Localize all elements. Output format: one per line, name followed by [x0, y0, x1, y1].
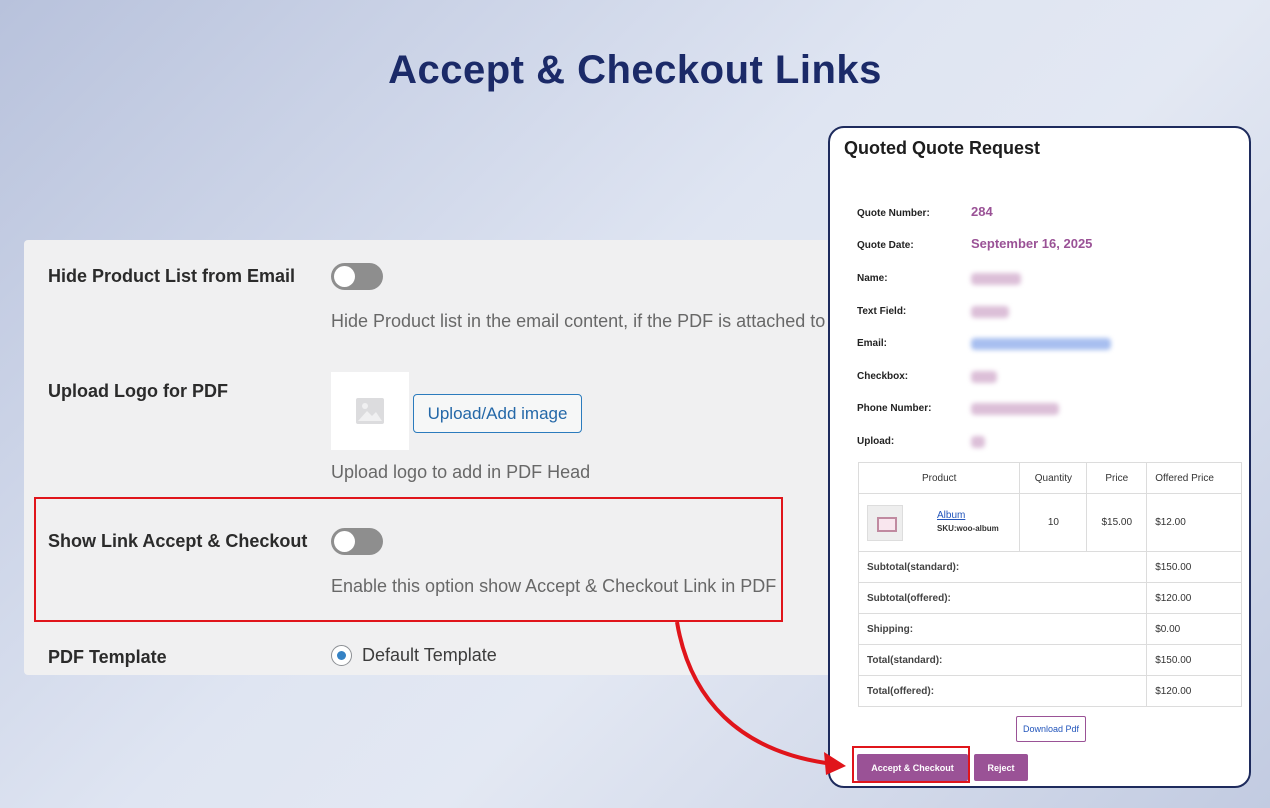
price-cell: $15.00 — [1086, 493, 1148, 552]
upload-label: Upload: — [857, 436, 895, 447]
subtotal-offered-label: Subtotal(offered): — [857, 582, 1148, 614]
hide-product-list-toggle[interactable] — [331, 263, 383, 290]
quote-number-row: Quote Number: 284 — [857, 204, 1237, 224]
table-header-row: Product Quantity Price Offered Price — [857, 462, 1242, 494]
text-field-label: Text Field: — [857, 306, 907, 317]
upload-image-button[interactable]: Upload/Add image — [413, 394, 582, 433]
product-sku: SKU:woo-album — [937, 524, 999, 533]
name-row: Name: — [857, 269, 1237, 289]
table-row: Subtotal(standard): $150.00 — [857, 551, 1242, 583]
header-offered-price: Offered Price — [1146, 462, 1242, 494]
default-template-radio[interactable] — [331, 645, 352, 666]
email-row: Email: — [857, 334, 1237, 354]
pdf-template-label: PDF Template — [48, 647, 167, 667]
quote-number-label: Quote Number: — [857, 208, 930, 219]
quantity-cell: 10 — [1019, 493, 1088, 552]
quote-date-label: Quote Date: — [857, 240, 914, 251]
checkbox-label: Checkbox: — [857, 371, 909, 382]
hide-product-list-label: Hide Product List from Email — [48, 266, 296, 286]
upload-value-redacted — [971, 436, 985, 448]
phone-value-redacted — [971, 403, 1059, 415]
upload-logo-label: Upload Logo for PDF — [48, 381, 228, 401]
phone-row: Phone Number: — [857, 399, 1237, 419]
subtotal-offered-value: $120.00 — [1146, 582, 1242, 614]
total-standard-value: $150.00 — [1146, 644, 1242, 676]
shipping-value: $0.00 — [1146, 613, 1242, 645]
text-field-value-redacted — [971, 306, 1009, 318]
shipping-label: Shipping: — [857, 613, 1148, 645]
offered-price-cell: $12.00 — [1146, 493, 1242, 552]
subtotal-standard-label: Subtotal(standard): — [857, 551, 1148, 583]
total-offered-label: Total(offered): — [857, 675, 1148, 707]
quote-card: Quoted Quote Request Quote Number: 284 Q… — [828, 126, 1251, 788]
image-placeholder-icon — [356, 398, 384, 424]
table-row: Total(standard): $150.00 — [857, 644, 1242, 676]
table-row: Shipping: $0.00 — [857, 613, 1242, 645]
table-row: Total(offered): $120.00 — [857, 675, 1242, 707]
name-label: Name: — [857, 273, 888, 284]
quote-table: Product Quantity Price Offered Price Alb… — [857, 462, 1242, 707]
total-offered-value: $120.00 — [1146, 675, 1242, 707]
quote-date-value: September 16, 2025 — [971, 236, 1093, 251]
page-title: Accept & Checkout Links — [388, 48, 882, 92]
quote-date-row: Quote Date: September 16, 2025 — [857, 236, 1237, 256]
subtotal-standard-value: $150.00 — [1146, 551, 1242, 583]
table-row: Subtotal(offered): $120.00 — [857, 582, 1242, 614]
product-thumbnail — [867, 504, 903, 541]
total-standard-label: Total(standard): — [857, 644, 1148, 676]
header-product: Product — [857, 462, 1021, 494]
header-quantity: Quantity — [1019, 462, 1088, 494]
product-link[interactable]: Album — [937, 510, 965, 521]
text-field-row: Text Field: — [857, 302, 1237, 322]
email-label: Email: — [857, 338, 888, 349]
default-template-label: Default Template — [362, 645, 497, 665]
upload-row: Upload: — [857, 432, 1237, 452]
name-value-redacted — [971, 273, 1021, 285]
quote-number-value: 284 — [971, 204, 993, 219]
header-price: Price — [1086, 462, 1148, 494]
quote-title: Quoted Quote Request — [844, 138, 1041, 158]
upload-logo-description: Upload logo to add in PDF Head — [331, 462, 591, 482]
product-cell: Album SKU:woo-album — [857, 493, 1021, 552]
hide-product-list-description: Hide Product list in the email content, … — [331, 311, 826, 331]
email-value-redacted — [971, 338, 1111, 350]
accept-highlight-box — [852, 746, 970, 783]
reject-button[interactable]: Reject — [974, 754, 1028, 781]
table-row: Album SKU:woo-album 10 $15.00 $12.00 — [857, 493, 1242, 552]
logo-placeholder[interactable] — [331, 372, 409, 450]
download-pdf-button[interactable]: Download Pdf — [1016, 716, 1086, 742]
checkbox-value-redacted — [971, 371, 997, 383]
settings-highlight-box — [34, 497, 783, 622]
phone-label: Phone Number: — [857, 403, 932, 414]
checkbox-row: Checkbox: — [857, 367, 1237, 387]
